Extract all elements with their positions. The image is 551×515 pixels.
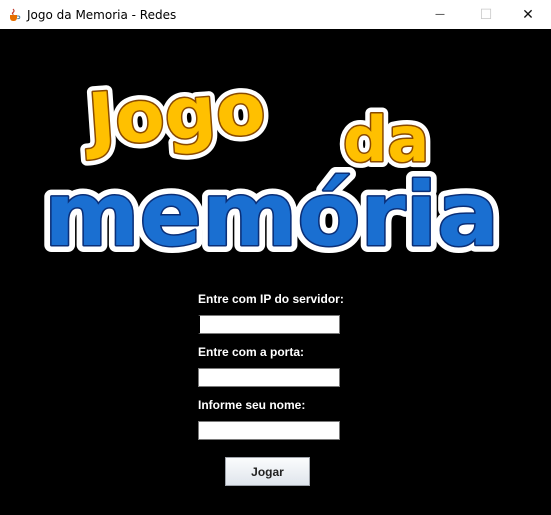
port-label: Entre com a porta: bbox=[198, 345, 305, 359]
logo-word-jogo-outline: Jogo bbox=[80, 73, 268, 162]
maximize-button[interactable]: ☐ bbox=[463, 0, 509, 29]
minimize-icon: — bbox=[435, 9, 445, 20]
server-ip-input[interactable] bbox=[198, 315, 340, 334]
player-name-label: Informe seu nome: bbox=[198, 398, 306, 412]
maximize-icon: ☐ bbox=[479, 6, 493, 23]
window-title: Jogo da Memoria - Redes bbox=[27, 7, 177, 22]
game-logo: Jogo Jogo da da memória memória bbox=[38, 73, 506, 268]
server-ip-label: Entre com IP do servidor: bbox=[198, 292, 344, 306]
close-button[interactable]: ✕ bbox=[505, 0, 551, 29]
minimize-button[interactable]: — bbox=[417, 0, 463, 29]
logo-word-memoria-outline: memória bbox=[44, 163, 499, 266]
close-icon: ✕ bbox=[522, 6, 534, 23]
app-window: Jogo da Memoria - Redes — ☐ ✕ Jogo Jogo … bbox=[0, 0, 551, 515]
play-button[interactable]: Jogar bbox=[225, 457, 310, 486]
title-bar[interactable]: Jogo da Memoria - Redes — ☐ ✕ bbox=[0, 0, 551, 29]
player-name-input[interactable] bbox=[198, 421, 340, 440]
port-input[interactable] bbox=[198, 368, 340, 387]
java-cup-icon bbox=[10, 8, 21, 21]
